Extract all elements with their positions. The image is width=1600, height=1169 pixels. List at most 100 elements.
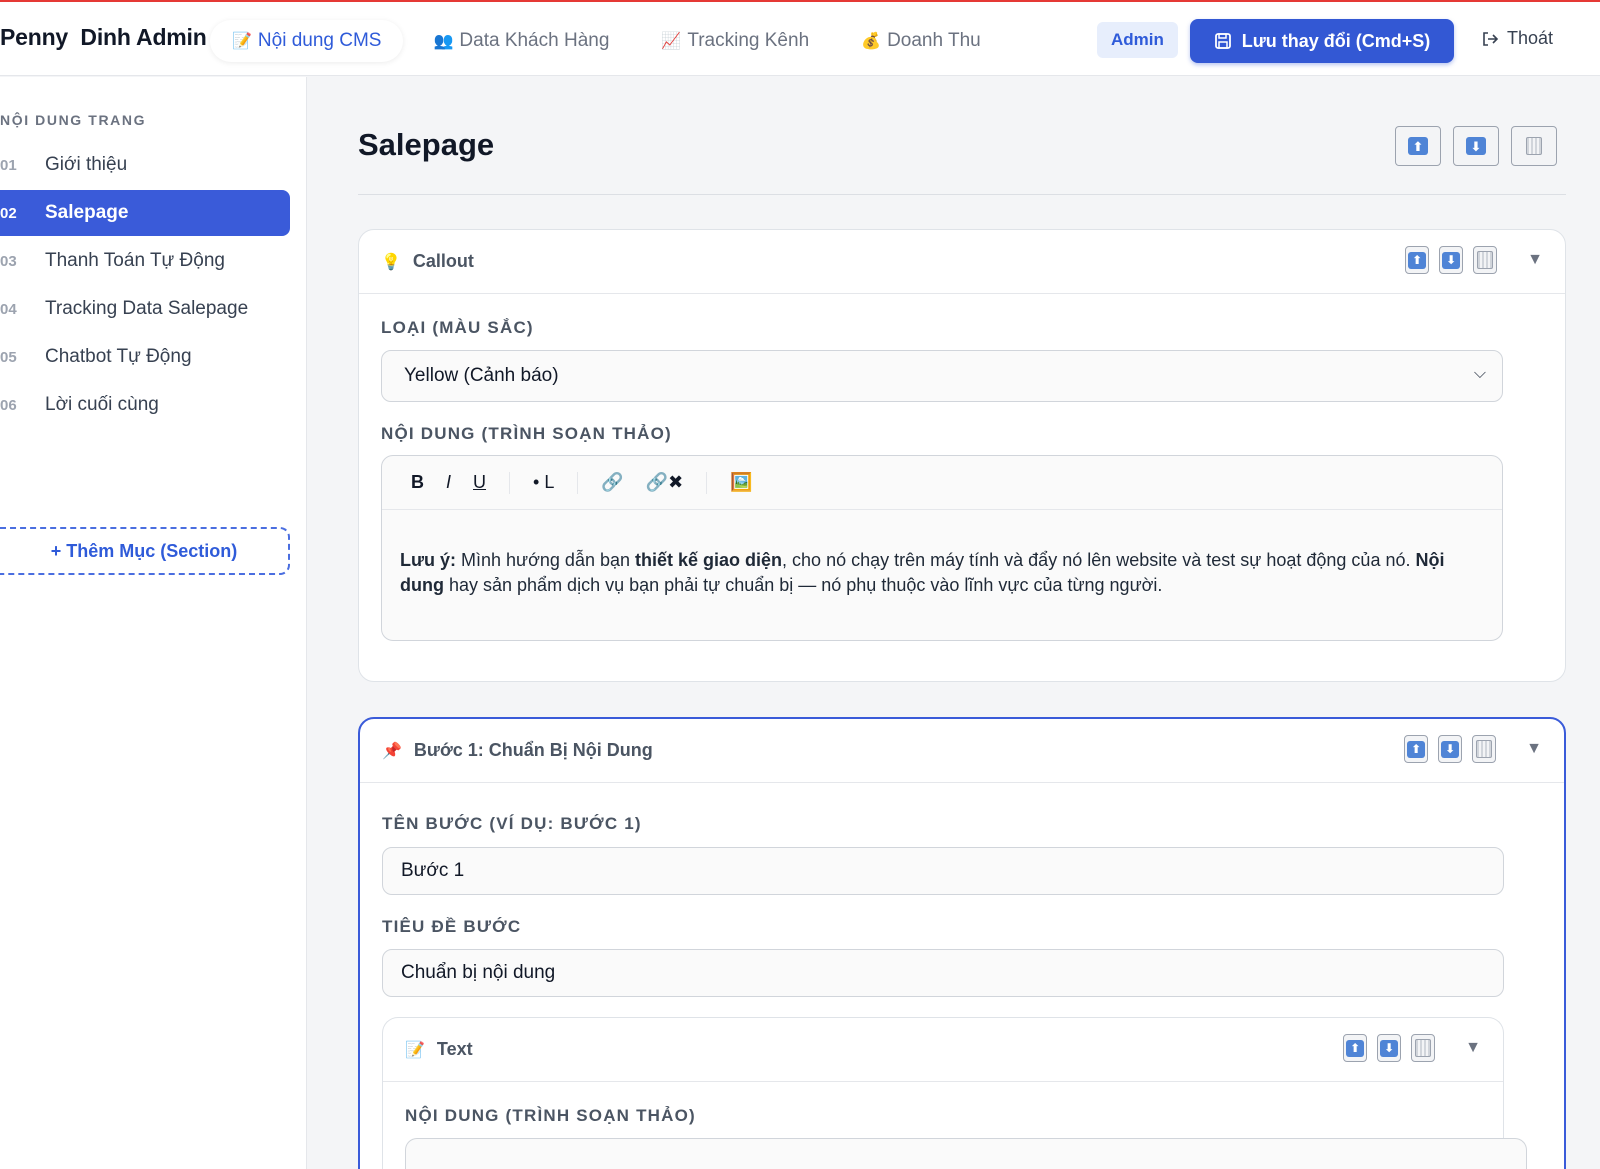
- sidebar-list: 01 Giới thiệu 02 Salepage 03 Thanh Toán …: [0, 142, 290, 430]
- divider: [358, 194, 1566, 195]
- unlink-icon[interactable]: 🔗✖: [635, 472, 695, 493]
- color-type-select[interactable]: Yellow (Cảnh báo) ⌵: [381, 350, 1503, 402]
- list-button[interactable]: • L: [522, 472, 565, 493]
- item-number: 06: [0, 396, 17, 414]
- collapse-caret-icon[interactable]: ▼: [1526, 740, 1542, 758]
- rich-text-editor: B I U • L 🔗 🔗✖ 🖼️ Lưu ý: Mình hướng dẫn …: [381, 455, 1503, 641]
- logout-button[interactable]: Thoát: [1481, 28, 1553, 49]
- step-heading-label: TIÊU ĐỀ BƯỚC: [382, 917, 522, 936]
- money-bag-icon: 💰: [861, 33, 882, 50]
- tab-label: Data Khách Hàng: [459, 30, 610, 51]
- step-block: 📌 Bước 1: Chuẩn Bị Nội Dung ⬆ ⬇ ▼ TÊN BƯ…: [358, 717, 1566, 1169]
- item-number: 03: [0, 252, 17, 270]
- select-value: Yellow (Cảnh báo): [404, 365, 559, 386]
- link-icon[interactable]: 🔗: [590, 472, 634, 493]
- toolbar-divider: [509, 471, 511, 494]
- item-number: 05: [0, 348, 17, 366]
- collapse-caret-icon[interactable]: ▼: [1527, 251, 1543, 269]
- italic-button[interactable]: I: [435, 472, 462, 493]
- sidebar: NỘI DUNG TRANG 01 Giới thiệu 02 Salepage…: [0, 77, 307, 1169]
- editor-toolbar: B I U • L 🔗 🔗✖ 🖼️: [382, 456, 1502, 510]
- main-nav: 📝 Nội dung CMS 👥 Data Khách Hàng 📈 Track…: [210, 20, 1003, 62]
- block-header[interactable]: 📌 Bước 1: Chuẩn Bị Nội Dung ⬆ ⬇ ▼: [360, 719, 1564, 783]
- sidebar-item-gioi-thieu[interactable]: 01 Giới thiệu: [0, 142, 290, 188]
- trash-icon: [1477, 251, 1494, 269]
- up-arrow-icon: ⬆: [1346, 1039, 1365, 1057]
- sidebar-item-salepage[interactable]: 02 Salepage: [0, 190, 290, 236]
- move-up-button[interactable]: ⬆: [1343, 1034, 1368, 1062]
- block-header[interactable]: 📝 Text ⬆ ⬇ ▼: [383, 1018, 1503, 1082]
- page-title: Salepage: [358, 127, 495, 162]
- tab-label: Nội dung CMS: [257, 30, 382, 51]
- item-label: Giới thiệu: [45, 154, 128, 175]
- delete-button[interactable]: [1411, 1034, 1436, 1062]
- collapse-caret-icon[interactable]: ▼: [1465, 1039, 1481, 1057]
- block-actions: ⬆ ⬇ ▼: [1404, 735, 1542, 763]
- section-actions: ⬆ ⬇: [1395, 126, 1557, 166]
- sidebar-heading: NỘI DUNG TRANG: [0, 112, 147, 128]
- content-label: NỘI DUNG (TRÌNH SOẠN THẢO): [405, 1106, 696, 1125]
- delete-button[interactable]: [1473, 246, 1498, 274]
- bold-text: Lưu ý:: [400, 550, 457, 570]
- rich-text-editor: [405, 1138, 1527, 1169]
- tab-label: Tracking Kênh: [687, 30, 810, 51]
- tab-doanh-thu[interactable]: 💰 Doanh Thu: [839, 20, 1003, 62]
- delete-button[interactable]: [1472, 735, 1497, 763]
- item-number: 02: [0, 204, 17, 222]
- underline-button[interactable]: U: [462, 472, 497, 493]
- down-arrow-icon: ⬇: [1380, 1039, 1399, 1057]
- move-down-button[interactable]: ⬇: [1438, 735, 1463, 763]
- content-label: NỘI DUNG (TRÌNH SOẠN THẢO): [381, 424, 672, 443]
- users-icon: 👥: [433, 33, 454, 50]
- move-section-down-button[interactable]: ⬇: [1453, 126, 1499, 166]
- sidebar-item-chatbot[interactable]: 05 Chatbot Tự Động: [0, 334, 290, 380]
- memo-icon: 📝: [232, 33, 252, 50]
- body-text: , cho nó chạy trên máy tính và đẩy nó lê…: [782, 550, 1416, 570]
- block-actions: ⬆ ⬇ ▼: [1405, 246, 1543, 274]
- item-number: 01: [0, 156, 17, 174]
- image-icon[interactable]: 🖼️: [719, 472, 763, 493]
- down-arrow-icon: ⬇: [1441, 740, 1460, 758]
- trash-icon: [1415, 1039, 1432, 1057]
- tab-noi-dung-cms[interactable]: 📝 Nội dung CMS: [210, 20, 404, 62]
- move-down-button[interactable]: ⬇: [1439, 246, 1464, 274]
- save-label: Lưu thay đổi (Cmd+S): [1241, 30, 1431, 51]
- body-text: Mình hướng dẫn bạn: [456, 550, 636, 570]
- logout-icon: [1483, 31, 1499, 46]
- pushpin-icon: 📌: [382, 742, 402, 760]
- memo-icon: 📝: [405, 1041, 425, 1059]
- item-label: Chatbot Tự Động: [45, 346, 192, 367]
- save-icon: [1214, 33, 1231, 49]
- step-heading-input[interactable]: Chuẩn bị nội dung: [382, 949, 1504, 997]
- move-up-button[interactable]: ⬆: [1404, 735, 1429, 763]
- bold-button[interactable]: B: [400, 472, 435, 493]
- item-label: Thanh Toán Tự Động: [45, 250, 225, 271]
- tab-tracking-kenh[interactable]: 📈 Tracking Kênh: [639, 20, 831, 62]
- up-arrow-icon: ⬆: [1408, 137, 1428, 155]
- step-name-input[interactable]: Bước 1: [382, 847, 1504, 895]
- tab-label: Doanh Thu: [887, 30, 981, 51]
- sidebar-item-tracking-data[interactable]: 04 Tracking Data Salepage: [0, 286, 290, 332]
- top-bar: Penny Dinh Admin 📝 Nội dung CMS 👥 Data K…: [0, 0, 1600, 76]
- logout-label: Thoát: [1507, 28, 1554, 48]
- add-section-button[interactable]: + Thêm Mục (Section): [0, 527, 290, 575]
- lightbulb-icon: 💡: [381, 253, 401, 271]
- delete-section-button[interactable]: [1511, 126, 1557, 166]
- down-arrow-icon: ⬇: [1442, 251, 1461, 269]
- down-arrow-icon: ⬇: [1466, 137, 1486, 155]
- block-title: Text: [436, 1039, 473, 1059]
- save-button[interactable]: Lưu thay đổi (Cmd+S): [1190, 19, 1454, 63]
- move-up-button[interactable]: ⬆: [1405, 246, 1430, 274]
- editor-content[interactable]: Lưu ý: Mình hướng dẫn bạn thiết kế giao …: [382, 510, 1502, 636]
- toolbar-divider: [577, 471, 579, 494]
- main-content: Salepage ⬆ ⬇ 💡 Callout ⬆ ⬇ ▼ LOẠI (MÀU S…: [308, 77, 1600, 1169]
- sidebar-item-loi-cuoi[interactable]: 06 Lời cuối cùng: [0, 382, 290, 428]
- move-down-button[interactable]: ⬇: [1377, 1034, 1402, 1062]
- up-arrow-icon: ⬆: [1408, 251, 1427, 269]
- item-label: Tracking Data Salepage: [45, 298, 249, 319]
- tab-data-khach-hang[interactable]: 👥 Data Khách Hàng: [411, 20, 631, 62]
- step-name-label: TÊN BƯỚC (VÍ DỤ: BƯỚC 1): [382, 814, 642, 833]
- block-header[interactable]: 💡 Callout ⬆ ⬇ ▼: [359, 230, 1565, 294]
- move-section-up-button[interactable]: ⬆: [1395, 126, 1441, 166]
- sidebar-item-thanh-toan[interactable]: 03 Thanh Toán Tự Động: [0, 238, 290, 284]
